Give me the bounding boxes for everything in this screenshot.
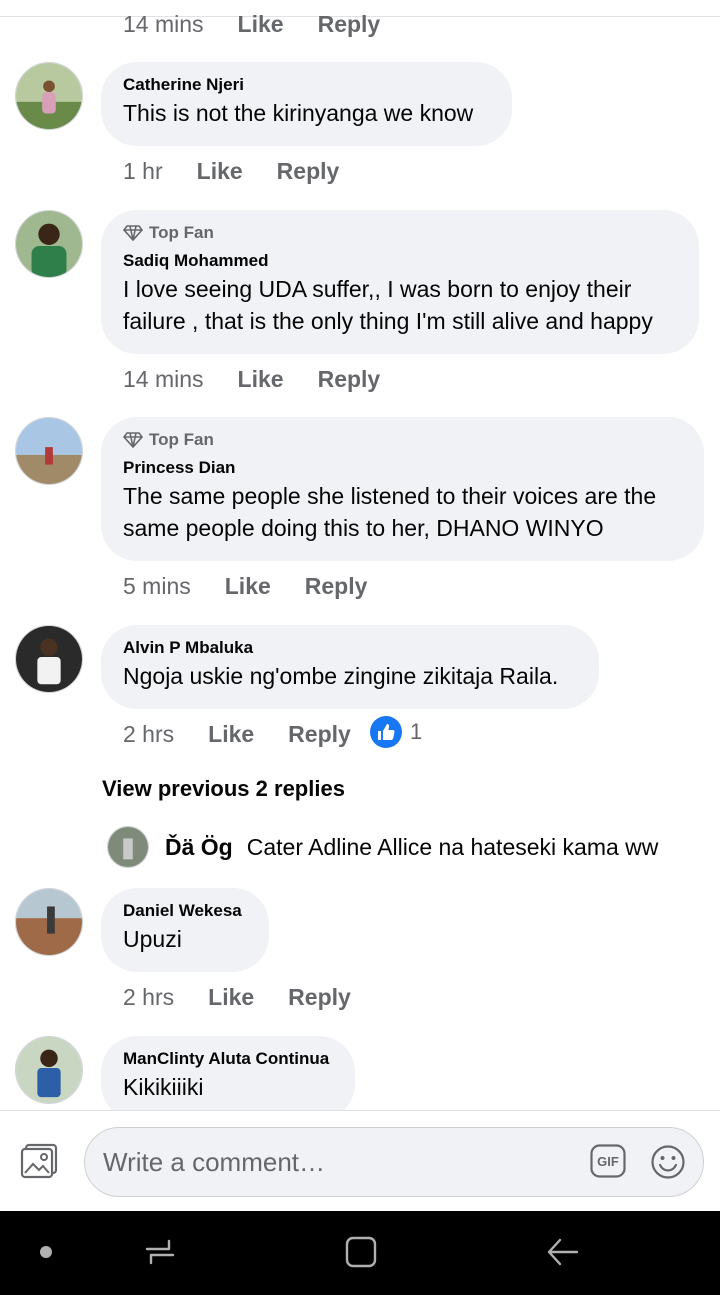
comment-author[interactable]: ManClinty Aluta Continua — [123, 1049, 333, 1069]
badge-label: Top Fan — [149, 223, 214, 242]
comment-author[interactable]: Daniel Wekesa — [123, 901, 247, 921]
comment-composer: Write a comment… GIF — [0, 1110, 720, 1211]
reply-button[interactable]: Reply — [305, 573, 368, 600]
comment-meta: 2 hrs Like Reply — [123, 984, 351, 1011]
comment-bubble: Top Fan Princess Dian The same people sh… — [101, 417, 704, 561]
nested-reply: Ďä Ög Cater Adline Allice na hateseki ka… — [107, 826, 658, 868]
reaction-count: 1 — [410, 719, 423, 744]
comment-bubble: Daniel Wekesa Upuzi — [101, 888, 269, 972]
comment-bubble: Catherine Njeri This is not the kirinyan… — [101, 62, 512, 146]
emoji-icon[interactable] — [650, 1144, 686, 1180]
comment-text: This is not the kirinyanga we know — [123, 100, 474, 126]
reply-button[interactable]: Reply — [277, 158, 340, 185]
comment-meta: 2 hrs Like Reply — [123, 721, 351, 748]
like-button[interactable]: Like — [238, 366, 284, 393]
reply-button[interactable]: Reply — [318, 11, 381, 38]
like-button[interactable]: Like — [197, 158, 243, 185]
reaction-summary[interactable]: 1 — [370, 716, 422, 748]
avatar[interactable] — [15, 1036, 83, 1104]
comment-meta: 14 mins Like Reply — [123, 366, 380, 393]
system-nav-bar — [0, 1211, 720, 1295]
top-fan-badge: Top Fan — [123, 223, 677, 243]
avatar[interactable] — [107, 826, 149, 868]
comment-bubble: Alvin P Mbaluka Ngoja uskie ng'ombe zing… — [101, 625, 599, 709]
comment-meta: 14 mins Like Reply — [123, 11, 380, 38]
like-button[interactable]: Like — [208, 721, 254, 748]
avatar[interactable] — [15, 62, 83, 130]
reply-author[interactable]: Ďä Ög — [165, 834, 233, 861]
comment-text-line: The same people she listened to their vo… — [123, 483, 657, 509]
photo-icon[interactable] — [20, 1143, 60, 1179]
comment-time: 14 mins — [123, 11, 204, 37]
badge-label: Top Fan — [149, 430, 214, 449]
comment-meta: 5 mins Like Reply — [123, 573, 367, 600]
comment-author[interactable]: Princess Dian — [123, 458, 682, 478]
avatar[interactable] — [15, 417, 83, 485]
reply-button[interactable]: Reply — [288, 984, 351, 1011]
avatar[interactable] — [15, 888, 83, 956]
recent-apps-icon[interactable] — [144, 1235, 176, 1269]
comment-bubble: Top Fan Sadiq Mohammed I love seeing UDA… — [101, 210, 699, 354]
home-icon[interactable] — [344, 1235, 378, 1269]
top-fan-badge: Top Fan — [123, 430, 682, 450]
comment-bubble: ManClinty Aluta Continua Kikikiiiki — [101, 1036, 355, 1120]
comment-meta: 1 hr Like Reply — [123, 158, 339, 185]
comment-text-line: I love seeing UDA suffer,, I was born to… — [123, 276, 632, 302]
comment-text: Kikikiiiki — [123, 1074, 204, 1100]
gif-icon[interactable]: GIF — [590, 1144, 626, 1178]
reply-text: Cater Adline Allice na hateseki kama ww — [246, 833, 659, 860]
comment-time: 2 hrs — [123, 984, 175, 1010]
reply-button[interactable]: Reply — [288, 721, 351, 748]
comment-time: 14 mins — [123, 366, 204, 392]
diamond-icon — [123, 225, 143, 241]
comment-author[interactable]: Alvin P Mbaluka — [123, 638, 577, 658]
like-button[interactable]: Like — [208, 984, 254, 1011]
avatar[interactable] — [15, 210, 83, 278]
comment-time: 5 mins — [123, 573, 191, 599]
comment-time: 2 hrs — [123, 721, 175, 747]
comment-text: Ngoja uskie ng'ombe zingine zikitaja Rai… — [123, 663, 559, 689]
gif-label: GIF — [597, 1154, 619, 1169]
like-button[interactable]: Like — [238, 11, 284, 38]
comment-author[interactable]: Catherine Njeri — [123, 75, 490, 95]
view-previous-replies[interactable]: View previous 2 replies — [102, 776, 345, 802]
comment-text-line: failure , that is the only thing I'm sti… — [123, 308, 653, 334]
dot-icon[interactable] — [40, 1246, 52, 1258]
comment-text: Upuzi — [123, 926, 182, 952]
back-icon[interactable] — [546, 1235, 580, 1269]
reply-button[interactable]: Reply — [318, 366, 381, 393]
like-button[interactable]: Like — [225, 573, 271, 600]
avatar[interactable] — [15, 625, 83, 693]
thumbs-up-icon — [370, 716, 402, 748]
diamond-icon — [123, 432, 143, 448]
comment-time: 1 hr — [123, 158, 163, 184]
comment-text-line: same people doing this to her, DHANO WIN… — [123, 515, 604, 541]
comment-author[interactable]: Sadiq Mohammed — [123, 251, 677, 271]
